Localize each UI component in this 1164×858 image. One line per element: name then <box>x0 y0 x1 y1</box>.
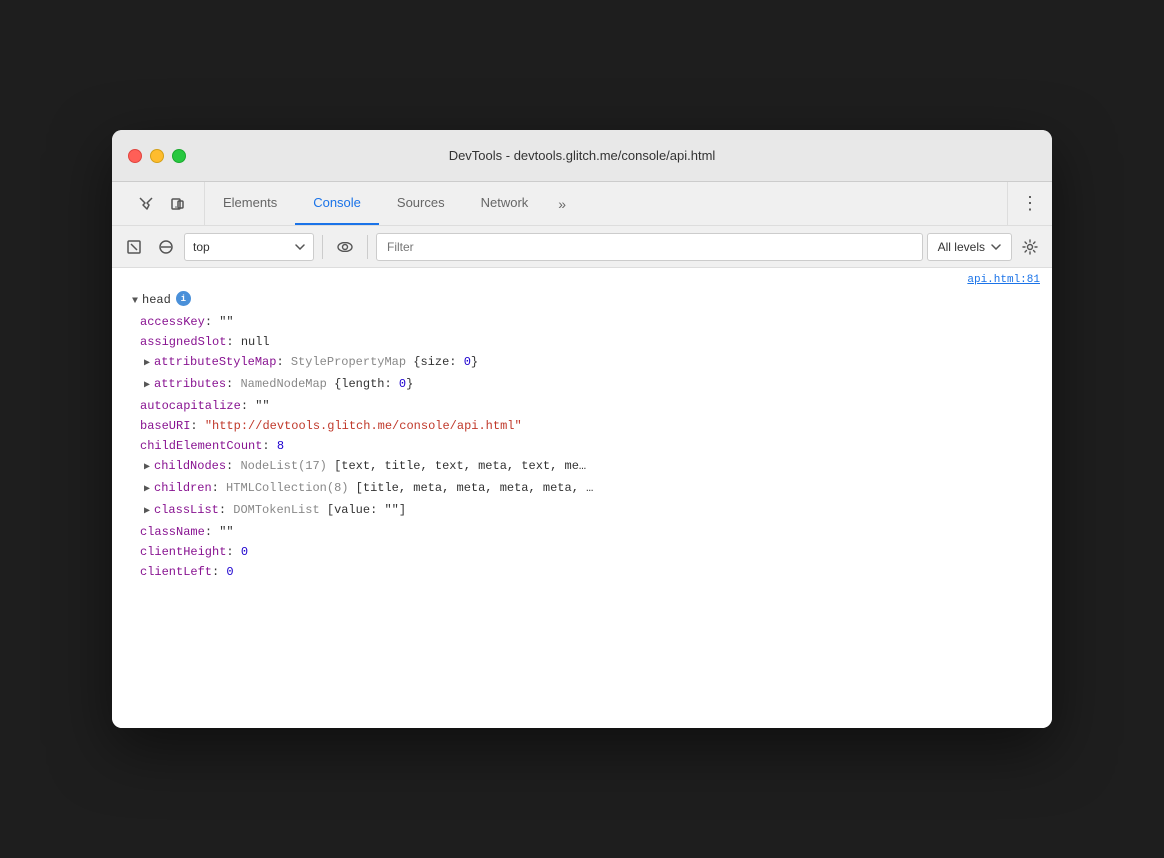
info-badge[interactable]: i <box>176 291 191 306</box>
prop-key: clientHeight <box>140 543 226 561</box>
prop-key: baseURI <box>140 417 190 435</box>
expand-arrow-attrStyleMap[interactable] <box>144 355 150 373</box>
table-row: accessKey : "" <box>112 312 1052 332</box>
fullscreen-button[interactable] <box>172 149 186 163</box>
table-row: childElementCount : 8 <box>112 436 1052 456</box>
live-expressions-button[interactable] <box>331 233 359 261</box>
table-row: assignedSlot : null <box>112 332 1052 352</box>
traffic-lights <box>128 149 186 163</box>
table-row: clientHeight : 0 <box>112 542 1052 562</box>
table-row: children : HTMLCollection(8) [title, met… <box>112 478 1052 500</box>
more-tabs-button[interactable]: » <box>546 182 578 225</box>
toolbar-divider-2 <box>367 235 368 259</box>
prop-key: classList <box>154 501 219 519</box>
expand-arrow-attributes[interactable] <box>144 377 150 395</box>
tabbar-right: ⋮ <box>1007 182 1052 225</box>
table-row: classList : DOMTokenList [value: ""] <box>112 500 1052 522</box>
clear-console-button[interactable] <box>120 233 148 261</box>
tab-console[interactable]: Console <box>295 182 379 225</box>
table-row: autocapitalize : "" <box>112 396 1052 416</box>
console-output: api.html:81 head i accessKey : "" assign… <box>112 268 1052 728</box>
block-icon-button[interactable] <box>152 233 180 261</box>
chevron-down-icon <box>295 244 305 250</box>
inspect-element-button[interactable] <box>132 190 160 218</box>
head-label: head <box>142 291 171 309</box>
prop-key: attributes <box>154 375 226 393</box>
window-title: DevTools - devtools.glitch.me/console/ap… <box>449 148 716 163</box>
expand-arrow-classList[interactable] <box>144 503 150 521</box>
prop-key: className <box>140 523 205 541</box>
prop-key: children <box>154 479 212 497</box>
chevron-down-icon <box>991 244 1001 250</box>
filter-input[interactable] <box>376 233 923 261</box>
tab-icons <box>120 182 205 225</box>
more-options-button[interactable]: ⋮ <box>1016 190 1044 218</box>
table-row: attributes : NamedNodeMap {length: 0 } <box>112 374 1052 396</box>
settings-button[interactable] <box>1016 233 1044 261</box>
minimize-button[interactable] <box>150 149 164 163</box>
head-row: head i <box>112 290 1052 312</box>
source-link[interactable]: api.html:81 <box>112 272 1052 290</box>
titlebar: DevTools - devtools.glitch.me/console/ap… <box>112 130 1052 182</box>
tab-network[interactable]: Network <box>463 182 547 225</box>
tab-sources[interactable]: Sources <box>379 182 463 225</box>
toolbar-divider-1 <box>322 235 323 259</box>
tabbar: Elements Console Sources Network » ⋮ <box>112 182 1052 226</box>
prop-key: assignedSlot <box>140 333 226 351</box>
devtools-window: DevTools - devtools.glitch.me/console/ap… <box>112 130 1052 728</box>
table-row: className : "" <box>112 522 1052 542</box>
prop-key: childNodes <box>154 457 226 475</box>
context-selector[interactable]: top <box>184 233 314 261</box>
toolbar: top All levels <box>112 226 1052 268</box>
close-button[interactable] <box>128 149 142 163</box>
table-row: baseURI : "http://devtools.glitch.me/con… <box>112 416 1052 436</box>
prop-key: childElementCount <box>140 437 262 455</box>
tabs: Elements Console Sources Network » <box>205 182 1007 225</box>
prop-key: clientLeft <box>140 563 212 581</box>
expand-arrow-childNodes[interactable] <box>144 459 150 477</box>
prop-key: autocapitalize <box>140 397 241 415</box>
tab-elements[interactable]: Elements <box>205 182 295 225</box>
prop-key: accessKey <box>140 313 205 331</box>
table-row: attributeStyleMap : StylePropertyMap {si… <box>112 352 1052 374</box>
context-value: top <box>193 240 289 254</box>
table-row: clientLeft : 0 <box>112 562 1052 582</box>
log-levels-button[interactable]: All levels <box>927 233 1012 261</box>
prop-key: attributeStyleMap <box>154 353 276 371</box>
device-toolbar-button[interactable] <box>164 190 192 218</box>
expand-arrow-head[interactable] <box>132 293 138 311</box>
levels-label: All levels <box>938 240 985 254</box>
expand-arrow-children[interactable] <box>144 481 150 499</box>
table-row: childNodes : NodeList(17) [text, title, … <box>112 456 1052 478</box>
